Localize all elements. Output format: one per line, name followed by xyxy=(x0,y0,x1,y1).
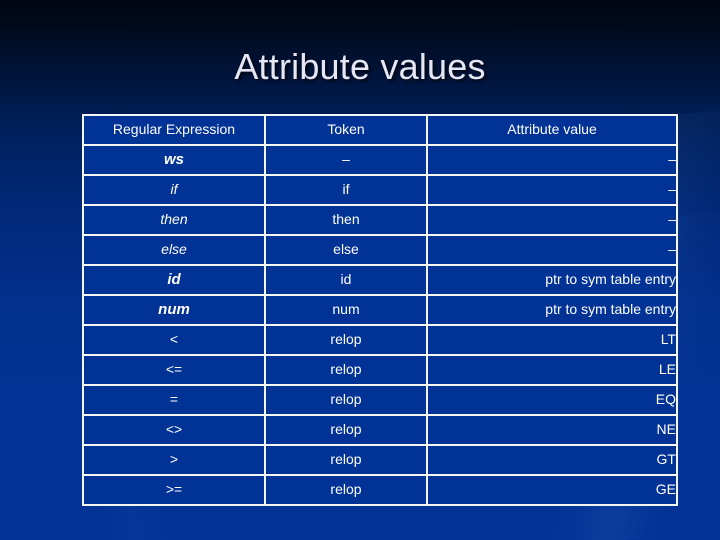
table-row: id id ptr to sym table entry xyxy=(82,266,678,296)
cell-attribute-value: ptr to sym table entry xyxy=(428,266,678,296)
cell-regular-expression: <= xyxy=(82,356,266,386)
cell-attribute-value: – xyxy=(428,146,678,176)
attribute-values-table: Regular Expression Token Attribute value ws… xyxy=(82,114,678,506)
cell-attribute-value: EQ xyxy=(428,386,678,416)
column-header: Regular Expression xyxy=(82,114,266,146)
cell-token: relop xyxy=(266,326,428,356)
cell-regular-expression: ws xyxy=(82,146,266,176)
cell-token: if xyxy=(266,176,428,206)
cell-attribute-value: GE xyxy=(428,476,678,506)
cell-attribute-value: LT xyxy=(428,326,678,356)
attribute-values-table-wrapper: Regular Expression Token Attribute value ws… xyxy=(82,114,678,506)
cell-token: – xyxy=(266,146,428,176)
table-row: < relop LT xyxy=(82,326,678,356)
cell-attribute-value: GT xyxy=(428,446,678,476)
cell-regular-expression: < xyxy=(82,326,266,356)
table-row: >= relop GE xyxy=(82,476,678,506)
cell-regular-expression: if xyxy=(82,176,266,206)
table-row: <> relop NE xyxy=(82,416,678,446)
cell-regular-expression: then xyxy=(82,206,266,236)
cell-token: relop xyxy=(266,446,428,476)
cell-regular-expression: id xyxy=(82,266,266,296)
cell-regular-expression: >= xyxy=(82,476,266,506)
slide-canvas: Attribute values Regular Expression Token… xyxy=(0,0,720,540)
cell-regular-expression: > xyxy=(82,446,266,476)
cell-regular-expression: = xyxy=(82,386,266,416)
cell-token: else xyxy=(266,236,428,266)
table-row: > relop GT xyxy=(82,446,678,476)
cell-token: then xyxy=(266,206,428,236)
table-row: else else – xyxy=(82,236,678,266)
table-row: <= relop LE xyxy=(82,356,678,386)
cell-attribute-value: NE xyxy=(428,416,678,446)
cell-regular-expression: <> xyxy=(82,416,266,446)
page-title: Attribute values xyxy=(234,46,486,87)
cell-token: relop xyxy=(266,356,428,386)
cell-token: relop xyxy=(266,416,428,446)
table-row: if if – xyxy=(82,176,678,206)
cell-attribute-value: – xyxy=(428,176,678,206)
cell-token: num xyxy=(266,296,428,326)
table-header-row: Regular Expression Token Attribute value xyxy=(82,114,678,146)
column-header: Token xyxy=(266,114,428,146)
cell-token: id xyxy=(266,266,428,296)
table-row: ws – – xyxy=(82,146,678,176)
cell-regular-expression: else xyxy=(82,236,266,266)
cell-regular-expression: num xyxy=(82,296,266,326)
cell-token: relop xyxy=(266,476,428,506)
table-row: then then – xyxy=(82,206,678,236)
column-header: Attribute value xyxy=(428,114,678,146)
cell-attribute-value: – xyxy=(428,206,678,236)
table-row: = relop EQ xyxy=(82,386,678,416)
cell-attribute-value: LE xyxy=(428,356,678,386)
cell-attribute-value: ptr to sym table entry xyxy=(428,296,678,326)
table-row: num num ptr to sym table entry xyxy=(82,296,678,326)
cell-attribute-value: – xyxy=(428,236,678,266)
cell-token: relop xyxy=(266,386,428,416)
